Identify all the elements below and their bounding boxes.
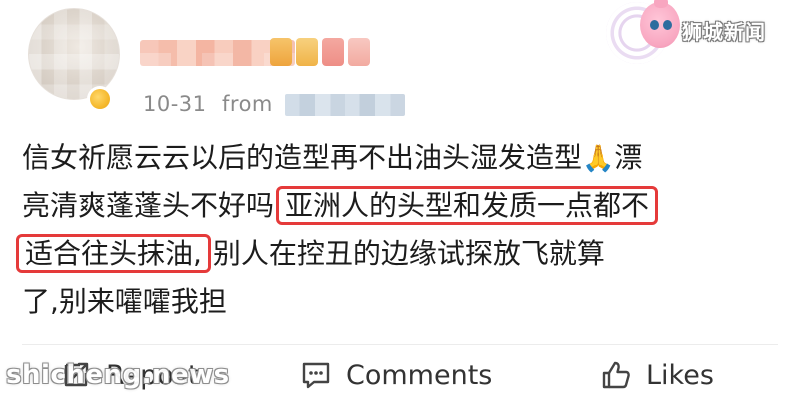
highlighted-text: 适合往头抹油, [16, 234, 211, 273]
site-logo: 狮城新闻 [600, 0, 800, 70]
post-text: 别人在控丑的边缘试探放飞就算 [212, 237, 605, 270]
badge-icon [348, 38, 370, 66]
post-text: 亮清爽蓬蓬头不好吗 [22, 189, 275, 222]
thumbs-up-icon [600, 359, 632, 391]
avatar[interactable] [28, 8, 120, 100]
post-text: 了,别来嚯嚯我担 [22, 285, 227, 318]
likes-button[interactable]: Likes [600, 353, 714, 397]
comments-label: Comments [346, 359, 493, 391]
highlighted-text: 亚洲人的头型和发质一点都不 [276, 186, 659, 225]
post-text: 漂 [614, 141, 643, 174]
praying-hands-emoji: 🙏 [582, 144, 615, 174]
user-badges [270, 38, 370, 66]
watermark-site: shicheng.news [6, 360, 230, 390]
post-timestamp: 10-31 [143, 92, 207, 116]
post-body: 信女祈愿云云以后的造型再不出油头湿发造型🙏漂 亮清爽蓬蓬头不好吗 亚洲人的头型和发… [16, 134, 792, 326]
post-line: 信女祈愿云云以后的造型再不出油头湿发造型🙏漂 [22, 134, 792, 182]
post-line: 适合往头抹油, 别人在控丑的边缘试探放飞就算 [16, 230, 792, 278]
comment-icon [300, 359, 332, 391]
post-text: 信女祈愿云云以后的造型再不出油头湿发造型 [22, 141, 583, 174]
watermark-title: 狮城新闻 [682, 20, 766, 44]
post-line: 了,别来嚯嚯我担 [22, 278, 792, 326]
comments-button[interactable]: Comments [300, 353, 492, 397]
badge-icon [296, 38, 318, 66]
mascot-logo-icon [640, 0, 680, 48]
badge-icon [322, 38, 344, 66]
verified-badge-icon [87, 86, 113, 112]
divider [22, 344, 778, 345]
badge-icon [270, 38, 292, 66]
post-line: 亮清爽蓬蓬头不好吗 亚洲人的头型和发质一点都不 [22, 182, 792, 230]
post-from-label: from [222, 92, 273, 116]
post-source-blurred [285, 94, 405, 116]
likes-label: Likes [646, 359, 714, 391]
